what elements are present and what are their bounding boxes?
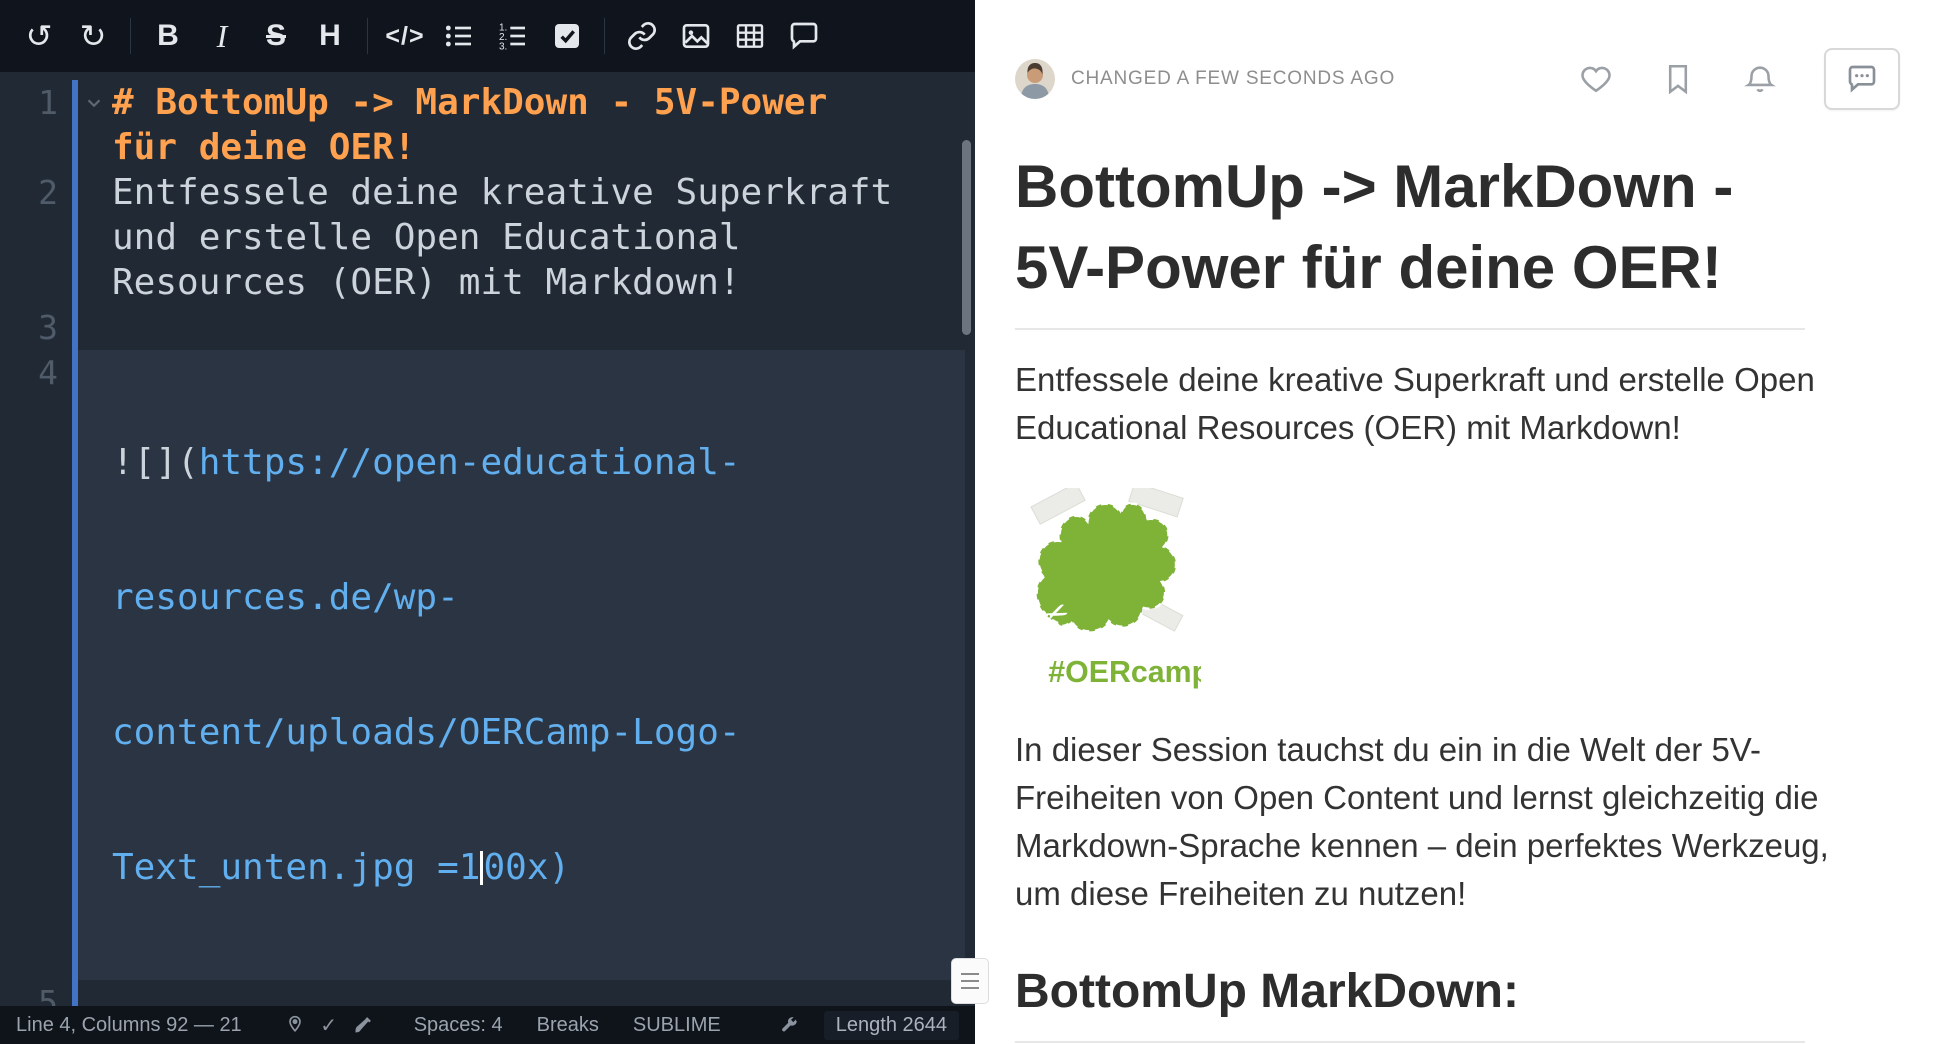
last-changed-label: CHANGED A FEW SECONDS AGO: [1071, 68, 1395, 90]
doc-length[interactable]: Length 2644: [824, 1011, 959, 1040]
svg-text:3.: 3.: [499, 41, 507, 52]
bold-button[interactable]: B: [141, 12, 195, 60]
line-number: 4: [0, 350, 58, 980]
image-syntax: ![](: [112, 442, 199, 483]
page-title: BottomUp -> MarkDown - 5V-Power für dein…: [1015, 146, 1815, 308]
comment-icon: [788, 20, 820, 52]
editor-line: 3: [0, 305, 965, 350]
bookmark-button[interactable]: [1660, 61, 1696, 97]
fold-toggle[interactable]: [78, 80, 110, 125]
image-icon: [680, 20, 712, 52]
editor-line: 2 Entfessele deine kreative Superkraft u…: [0, 170, 965, 305]
chevron-down-icon: [83, 92, 105, 114]
redo-button[interactable]: ↻: [66, 12, 120, 60]
toolbar-separator: [367, 18, 368, 54]
open-comments-button[interactable]: [1824, 48, 1900, 110]
keymap-setting[interactable]: SUBLIME: [633, 1014, 721, 1037]
bullet-list-icon: [443, 20, 475, 52]
bell-icon: [1743, 62, 1777, 96]
preview-header: CHANGED A FEW SECONDS AGO: [1015, 48, 1900, 110]
editor-line-text: Entfessele deine kreative Superkraft und…: [110, 170, 896, 305]
preview-pane: CHANGED A FEW SECONDS AGO BottomUp -> Ma…: [975, 0, 1938, 1044]
editor-line-text: ![](https://open-educational- resources.…: [110, 350, 896, 980]
avatar-photo: [1015, 59, 1055, 99]
bullet-list-button[interactable]: [432, 12, 486, 60]
editor-line: 5: [0, 980, 965, 1006]
strikethrough-button[interactable]: S: [249, 12, 303, 60]
cursor-position: Line 4, Columns 92 — 21: [16, 1014, 242, 1037]
image-url: resources.de/wp-: [112, 575, 896, 620]
comment-button[interactable]: [777, 12, 831, 60]
editor-statusbar: Line 4, Columns 92 — 21 ✓ Spaces: 4 Brea…: [0, 1006, 975, 1044]
section-heading: BottomUp MarkDown:: [1015, 964, 1938, 1019]
divider: [1015, 1041, 1805, 1043]
checklist-icon: [551, 20, 583, 52]
ordered-list-button[interactable]: 1.2.3.: [486, 12, 540, 60]
preview-paragraph: Entfessele deine kreative Superkraft und…: [1015, 356, 1850, 452]
brush-icon[interactable]: [346, 1010, 380, 1040]
ordered-list-icon: 1.2.3.: [497, 20, 529, 52]
subscribe-button[interactable]: [1742, 61, 1778, 97]
code-button[interactable]: </>: [378, 12, 432, 60]
editor-pane: ↺ ↻ B I S H </> 1.2.3.: [0, 0, 975, 1044]
breaks-toggle[interactable]: Breaks: [537, 1014, 599, 1037]
preview-paragraph: In dieser Session tauchst du ein in die …: [1015, 726, 1850, 918]
line-number: 2: [0, 170, 58, 305]
editor-line-active: 4 ![](https://open-educational- resource…: [0, 350, 965, 980]
wrench-icon[interactable]: [772, 1010, 806, 1040]
image-url: https://open-educational-: [199, 442, 741, 483]
divider: [1015, 328, 1805, 330]
image-url: 00x): [483, 847, 570, 888]
editor-toolbar: ↺ ↻ B I S H </> 1.2.3.: [0, 0, 975, 72]
italic-button[interactable]: I: [195, 12, 249, 60]
markdown-editor[interactable]: 1 # BottomUp -> MarkDown - 5V-Power für …: [0, 72, 975, 1006]
image-url: Text_unten.jpg =1: [112, 847, 480, 888]
image-url: content/uploads/OERCamp-Logo-: [112, 710, 896, 755]
editor-line: 1 # BottomUp -> MarkDown - 5V-Power für …: [0, 80, 965, 170]
editor-scrollbar[interactable]: [962, 140, 971, 335]
toolbar-separator: [604, 18, 605, 54]
line-number: 5: [0, 980, 58, 1006]
undo-button[interactable]: ↺: [12, 12, 66, 60]
pin-icon[interactable]: [278, 1010, 312, 1040]
link-button[interactable]: [615, 12, 669, 60]
heading-button[interactable]: H: [303, 12, 357, 60]
table-button[interactable]: [723, 12, 777, 60]
like-button[interactable]: [1578, 61, 1614, 97]
oercamp-logo: ✂ #OERcamp: [1015, 488, 1201, 696]
image-button[interactable]: [669, 12, 723, 60]
editor-line-text: # BottomUp -> MarkDown - 5V-Power für de…: [110, 80, 896, 170]
heart-icon: [1579, 62, 1613, 96]
checklist-button[interactable]: [540, 12, 594, 60]
line-number: 3: [0, 305, 58, 350]
table-icon: [734, 20, 766, 52]
bookmark-icon: [1661, 62, 1695, 96]
split-drag-handle[interactable]: [951, 958, 989, 1004]
oercamp-logo-text: #OERcamp: [1048, 656, 1201, 689]
chat-bubble-icon: [1846, 63, 1878, 95]
check-icon[interactable]: ✓: [312, 1010, 346, 1040]
spaces-setting[interactable]: Spaces: 4: [414, 1014, 503, 1037]
toolbar-separator: [130, 18, 131, 54]
line-number: 1: [0, 80, 58, 170]
avatar[interactable]: [1015, 59, 1055, 99]
link-icon: [626, 20, 658, 52]
